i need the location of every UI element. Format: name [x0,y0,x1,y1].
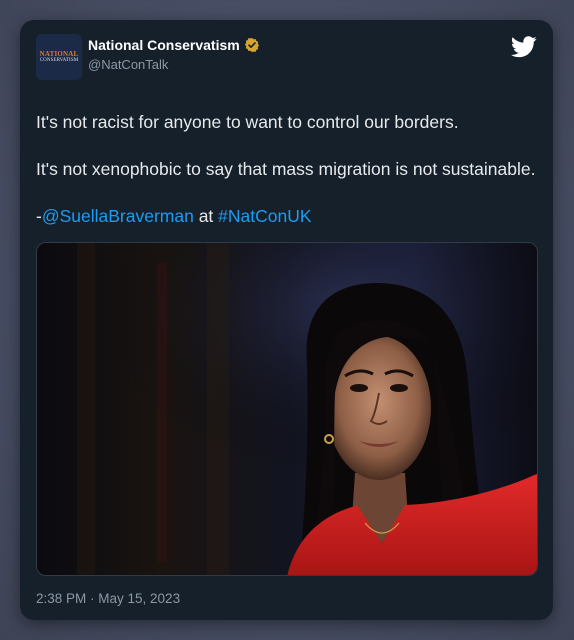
tweet-card[interactable]: NATIONAL CONSERVATISM National Conservat… [20,20,553,620]
tweet-text: It's not racist for anyone to want to co… [36,110,536,251]
twitter-bird-icon[interactable] [511,36,537,58]
account-handle[interactable]: @NatConTalk [88,57,260,72]
verified-badge-icon [244,38,259,52]
avatar-logo-top: NATIONAL [39,50,79,58]
hashtag-link[interactable]: #NatConUK [218,206,311,226]
tweet-attribution: -@SuellaBraverman at #NatConUK [36,204,536,229]
avatar[interactable]: NATIONAL CONSERVATISM [36,34,82,80]
display-name-row: National Conservatism [88,37,260,53]
tweet-line-2: It's not xenophobic to say that mass mig… [36,159,536,179]
mention-link[interactable]: @SuellaBraverman [42,206,194,226]
tweet-header: NATIONAL CONSERVATISM National Conservat… [36,34,537,82]
avatar-logo-bottom: CONSERVATISM [39,58,79,63]
at-word: at [193,206,219,226]
tweet-photo[interactable] [36,242,538,576]
account-names: National Conservatism @NatConTalk [88,37,260,72]
display-name[interactable]: National Conservatism [88,37,240,53]
photo-illustration [37,243,537,575]
tweet-line-1: It's not racist for anyone to want to co… [36,112,459,132]
tweet-timestamp[interactable]: 2:38 PM · May 15, 2023 [36,591,180,606]
